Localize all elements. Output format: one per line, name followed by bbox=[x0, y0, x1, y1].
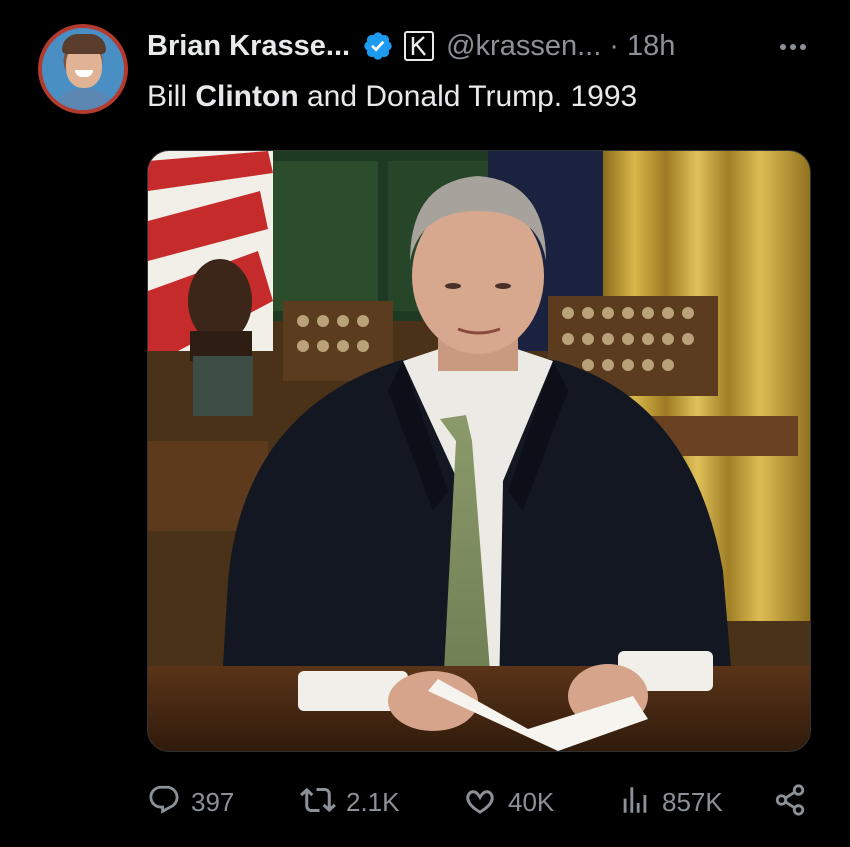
share-icon bbox=[773, 783, 807, 822]
reply-count: 397 bbox=[191, 786, 235, 817]
tweet-photo[interactable] bbox=[147, 150, 811, 752]
reply-button[interactable]: 397 bbox=[147, 780, 234, 824]
tweet-header: Brian Krasse... @krassen... · 18h bbox=[147, 26, 675, 66]
tweet-text-part: Bill bbox=[147, 80, 196, 113]
like-button[interactable]: 40K bbox=[462, 780, 554, 824]
tweet-text: Bill Clinton and Donald Trump. 1993 bbox=[147, 80, 637, 114]
post-time[interactable]: 18h bbox=[627, 30, 675, 63]
author-display-name[interactable]: Brian Krasse... bbox=[147, 30, 350, 63]
more-horizontal-icon[interactable] bbox=[776, 30, 810, 69]
author-handle[interactable]: @krassen... bbox=[446, 30, 601, 63]
verified-check-icon[interactable] bbox=[362, 30, 394, 62]
reply-bubble-icon bbox=[147, 783, 181, 822]
share-button[interactable] bbox=[773, 780, 807, 824]
bar-chart-icon bbox=[618, 783, 652, 822]
avatar[interactable] bbox=[38, 24, 128, 114]
tweet-post: Brian Krasse... @krassen... · 18h Bill C… bbox=[0, 0, 850, 847]
tweet-text-bold: Clinton bbox=[195, 80, 299, 113]
avatar-photo bbox=[42, 28, 124, 110]
repost-icon bbox=[300, 782, 336, 823]
affiliate-badge[interactable] bbox=[404, 31, 435, 61]
action-bar: 397 2.1K 40K 857K bbox=[0, 780, 850, 824]
repost-count: 2.1K bbox=[346, 786, 400, 817]
like-count: 40K bbox=[508, 786, 555, 817]
views-button[interactable]: 857K bbox=[618, 780, 723, 824]
header-separator: · bbox=[609, 29, 619, 62]
repost-button[interactable]: 2.1K bbox=[300, 780, 400, 824]
views-count: 857K bbox=[662, 786, 723, 817]
tweet-text-part: and Donald Trump. 1993 bbox=[298, 80, 638, 113]
heart-icon bbox=[462, 782, 498, 823]
